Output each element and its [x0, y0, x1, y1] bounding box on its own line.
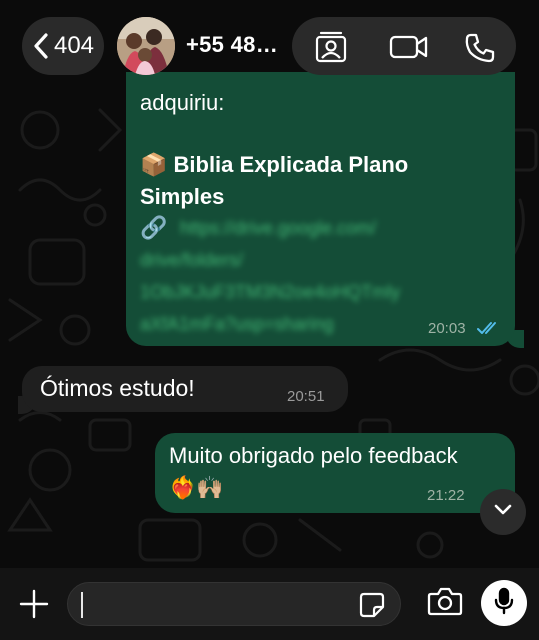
avatar[interactable]	[117, 17, 175, 75]
message-link[interactable]: aXfA1mFa?usp=sharing	[140, 314, 334, 335]
message-text: Muito obrigado pelo feedback	[169, 443, 458, 468]
message-input[interactable]	[67, 582, 401, 626]
voice-message-button[interactable]	[481, 580, 527, 626]
message-bubble-outgoing[interactable]: Muito obrigado pelo feedback ❤️‍🔥🙌🏼 21:2…	[155, 433, 515, 513]
scroll-down-button[interactable]	[480, 489, 526, 535]
contact-card-icon[interactable]	[314, 31, 348, 68]
message-text-bold: Simples	[140, 184, 225, 209]
link-icon: 🔗	[140, 215, 168, 240]
unread-count: 404	[53, 32, 95, 59]
phone-call-icon[interactable]	[464, 32, 496, 69]
message-link[interactable]: drive/folders/	[140, 250, 243, 271]
sticker-icon[interactable]	[358, 591, 386, 624]
message-time: 21:22	[427, 487, 465, 504]
call-actions	[292, 17, 516, 75]
message-emoji: ❤️‍🔥🙌🏼	[169, 475, 224, 500]
message-text: adquiriu:	[140, 90, 225, 115]
contact-name[interactable]: +55 48…	[186, 32, 278, 58]
back-button[interactable]: 404	[22, 17, 104, 75]
plus-icon[interactable]	[18, 588, 50, 625]
message-composer	[0, 568, 539, 640]
microphone-icon	[494, 587, 514, 620]
message-text-bold: 📦 Biblia Explicada Plano	[140, 152, 409, 177]
message-link[interactable]: 1ObJKJuF3TM3N2oe4oHQTmly	[140, 282, 400, 303]
message-link[interactable]: https://drive.google.com/	[180, 218, 376, 239]
chevron-left-icon	[32, 32, 50, 60]
video-call-icon[interactable]	[389, 33, 429, 66]
read-ticks-icon	[477, 321, 501, 340]
camera-icon[interactable]	[427, 586, 463, 621]
message-time: 20:03	[428, 320, 466, 337]
message-time: 20:51	[287, 388, 325, 405]
message-bubble-outgoing[interactable]: adquiriu: 📦 Biblia Explicada Plano Simpl…	[126, 72, 515, 346]
text-caret	[81, 592, 83, 618]
chat-header: 404 +55 48…	[0, 0, 539, 92]
message-text: Ótimos estudo!	[40, 375, 195, 401]
message-bubble-incoming[interactable]: Ótimos estudo! 20:51	[22, 366, 348, 412]
chevron-down-icon	[493, 503, 513, 521]
